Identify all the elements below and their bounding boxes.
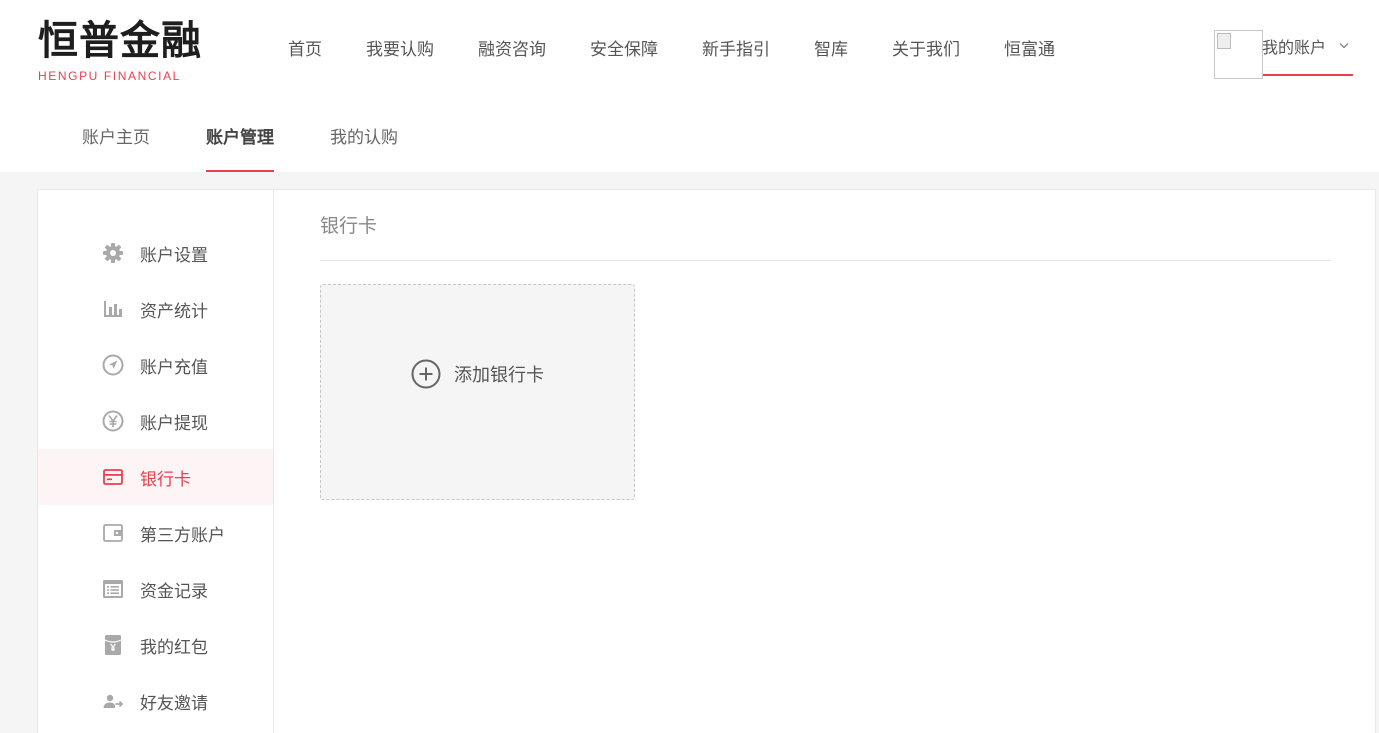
sidebar-item-label: 账户设置 bbox=[140, 245, 208, 266]
main-panel: 账户设置 资产统计 账户充值 账户提现 银行卡 第三方账户 资金记录 我的红包 … bbox=[37, 189, 1376, 733]
invite-user-icon bbox=[102, 690, 124, 712]
sidebar-item-invite-friends[interactable]: 好友邀请 bbox=[38, 673, 273, 729]
add-bank-card-label: 添加银行卡 bbox=[454, 365, 544, 386]
bar-chart-icon bbox=[102, 298, 124, 320]
account-subnav: 账户主页 账户管理 我的认购 bbox=[82, 112, 454, 172]
brand-name-cn: 恒普金融 bbox=[38, 18, 202, 64]
nav-item-about[interactable]: 关于我们 bbox=[870, 34, 982, 66]
page-title: 银行卡 bbox=[320, 215, 378, 237]
sidebar-item-label: 第三方账户 bbox=[140, 525, 225, 546]
sidebar-item-recharge[interactable]: 账户充值 bbox=[38, 337, 273, 393]
nav-item-security[interactable]: 安全保障 bbox=[568, 34, 680, 66]
nav-item-guide[interactable]: 新手指引 bbox=[680, 34, 792, 66]
my-account-menu[interactable]: 我的账户 bbox=[1214, 30, 1353, 79]
sidebar-item-third-party-account[interactable]: 第三方账户 bbox=[38, 505, 273, 561]
chevron-down-icon bbox=[1339, 39, 1349, 49]
sidebar-item-label: 账户充值 bbox=[140, 357, 208, 378]
sidebar-item-label: 资金记录 bbox=[140, 581, 208, 602]
tab-account-home[interactable]: 账户主页 bbox=[82, 112, 150, 172]
tab-account-management[interactable]: 账户管理 bbox=[206, 112, 274, 172]
nav-item-subscribe[interactable]: 我要认购 bbox=[344, 34, 456, 66]
gear-icon bbox=[102, 242, 124, 264]
nav-item-thinktank[interactable]: 智库 bbox=[792, 34, 870, 66]
wallet-icon bbox=[102, 522, 124, 544]
sidebar-item-label: 资产统计 bbox=[140, 301, 208, 322]
avatar[interactable] bbox=[1214, 30, 1263, 79]
broken-image-icon bbox=[1217, 33, 1231, 49]
my-account-label: 我的账户 bbox=[1262, 38, 1327, 57]
sidebar-item-fund-records[interactable]: 资金记录 bbox=[38, 561, 273, 617]
add-bank-card-inner: 添加银行卡 bbox=[411, 359, 544, 389]
list-icon bbox=[102, 578, 124, 600]
sidebar-item-red-envelope[interactable]: 我的红包 bbox=[38, 617, 273, 673]
plus-circle-icon bbox=[411, 359, 441, 389]
main-nav: 首页 我要认购 融资咨询 安全保障 新手指引 智库 关于我们 恒富通 bbox=[266, 34, 1077, 66]
sidebar-item-label: 银行卡 bbox=[140, 469, 191, 490]
sidebar: 账户设置 资产统计 账户充值 账户提现 银行卡 第三方账户 资金记录 我的红包 … bbox=[38, 190, 274, 733]
nav-item-hengfutong[interactable]: 恒富通 bbox=[982, 34, 1077, 66]
sidebar-item-label: 我的红包 bbox=[140, 637, 208, 658]
compass-send-icon bbox=[102, 354, 124, 376]
nav-item-home[interactable]: 首页 bbox=[266, 34, 344, 66]
brand-name-en: HENGPU FINANCIAL bbox=[38, 69, 181, 83]
red-envelope-icon bbox=[102, 634, 124, 656]
brand-logo[interactable]: 恒普金融 HENGPU FINANCIAL bbox=[38, 18, 203, 84]
tab-my-subscriptions[interactable]: 我的认购 bbox=[330, 112, 398, 172]
credit-card-icon bbox=[102, 466, 124, 488]
sidebar-item-label: 好友邀请 bbox=[140, 693, 208, 714]
sidebar-item-account-settings[interactable]: 账户设置 bbox=[38, 225, 273, 281]
nav-item-financing[interactable]: 融资咨询 bbox=[456, 34, 568, 66]
sidebar-item-bank-card[interactable]: 银行卡 bbox=[38, 449, 273, 505]
yen-circle-icon bbox=[102, 410, 124, 432]
sidebar-item-asset-stats[interactable]: 资产统计 bbox=[38, 281, 273, 337]
title-divider bbox=[320, 260, 1331, 261]
add-bank-card-button[interactable]: 添加银行卡 bbox=[320, 284, 635, 500]
header: 恒普金融 HENGPU FINANCIAL 首页 我要认购 融资咨询 安全保障 … bbox=[0, 0, 1379, 172]
sidebar-item-label: 账户提现 bbox=[140, 413, 208, 434]
sidebar-item-withdraw[interactable]: 账户提现 bbox=[38, 393, 273, 449]
